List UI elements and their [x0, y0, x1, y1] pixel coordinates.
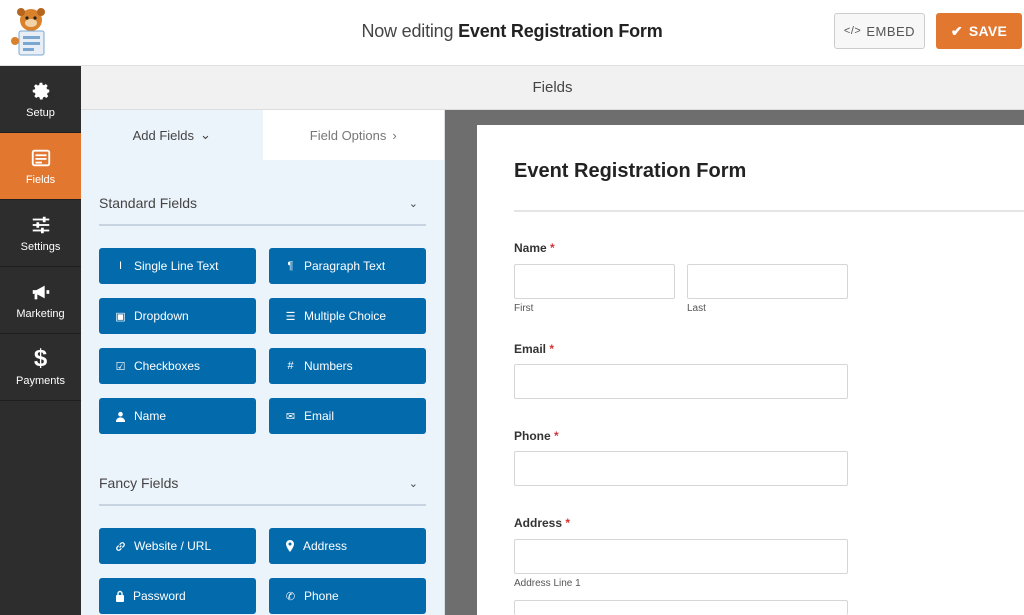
map-pin-icon — [286, 540, 294, 552]
form-title-divider — [514, 210, 1024, 212]
checkbox-icon: ☑ — [115, 360, 126, 373]
field-button-checkboxes[interactable]: ☑ Checkboxes — [99, 348, 256, 384]
phone-field-label[interactable]: Phone * — [514, 429, 559, 443]
field-button-label: Multiple Choice — [304, 309, 387, 323]
fields-panel: Add Fields ⌄ Field Options › Standard Fi… — [81, 110, 445, 615]
field-button-label: Checkboxes — [134, 359, 201, 373]
section-title: Fields — [81, 66, 1024, 110]
field-button-numbers[interactable]: # Numbers — [269, 348, 426, 384]
address-line1-input[interactable] — [514, 539, 848, 574]
field-button-label: Name — [134, 409, 167, 423]
tab-label: Field Options — [309, 127, 387, 143]
tab-add-fields[interactable]: Add Fields ⌄ — [81, 110, 263, 160]
gear-icon — [32, 82, 49, 100]
sidebar-item-label: Settings — [20, 240, 61, 253]
address-line2-input[interactable] — [514, 600, 848, 615]
list-icon: ☰ — [285, 310, 296, 323]
email-field-label[interactable]: Email * — [514, 342, 554, 356]
field-button-label: Password — [133, 589, 186, 603]
last-name-input[interactable] — [687, 264, 848, 299]
megaphone-icon — [32, 285, 49, 299]
required-marker: * — [554, 429, 559, 443]
field-button-label: Single Line Text — [134, 259, 219, 273]
sliders-icon — [32, 216, 49, 233]
link-icon — [116, 541, 125, 551]
field-button-website-url[interactable]: Website / URL — [99, 528, 256, 564]
email-input[interactable] — [514, 364, 848, 399]
field-button-phone[interactable]: ✆ Phone — [269, 578, 426, 614]
first-name-sublabel: First — [514, 303, 534, 314]
label-text: Email — [514, 342, 547, 356]
field-button-dropdown[interactable]: ▣ Dropdown — [99, 298, 256, 334]
group-title: Standard Fields — [99, 195, 198, 211]
group-title: Fancy Fields — [99, 475, 179, 491]
save-label: SAVE — [968, 23, 1008, 39]
field-button-multiple-choice[interactable]: ☰ Multiple Choice — [269, 298, 426, 334]
chevron-right-icon: › — [392, 127, 397, 143]
sidebar-item-fields[interactable]: Fields — [0, 133, 81, 200]
required-marker: * — [565, 516, 571, 530]
field-button-label: Address — [303, 539, 348, 553]
field-button-label: Dropdown — [134, 309, 189, 323]
name-field-label[interactable]: Name * — [514, 241, 555, 255]
lock-icon — [116, 590, 124, 602]
top-bar: Now editing Event Registration Form </> … — [0, 0, 1024, 66]
field-button-password[interactable]: Password — [99, 578, 256, 614]
text-cursor-icon: I — [118, 260, 123, 272]
field-button-label: Website / URL — [134, 539, 212, 553]
standard-fields-header[interactable]: Standard Fields ⌄ — [99, 182, 426, 226]
field-button-label: Numbers — [304, 359, 353, 373]
label-text: Phone — [514, 429, 551, 443]
sidebar-item-label: Fields — [25, 173, 56, 186]
field-button-email[interactable]: ✉ Email — [269, 398, 426, 434]
form-title: Event Registration Form — [514, 160, 747, 182]
paragraph-icon: ¶ — [287, 260, 294, 272]
field-button-label: Email — [304, 409, 335, 423]
last-name-sublabel: Last — [687, 303, 706, 314]
dollar-icon: $ — [33, 344, 48, 372]
title-prefix: Now editing — [361, 21, 454, 41]
phone-input[interactable] — [514, 451, 848, 486]
panel-tabs: Add Fields ⌄ Field Options › — [81, 110, 444, 160]
address-line1-sublabel: Address Line 1 — [514, 578, 581, 589]
envelope-icon: ✉ — [285, 410, 296, 423]
embed-button[interactable]: </> EMBED — [834, 13, 925, 49]
embed-label: EMBED — [866, 23, 916, 39]
field-button-single-line-text[interactable]: I Single Line Text — [99, 248, 256, 284]
hash-icon: # — [287, 360, 294, 372]
first-name-input[interactable] — [514, 264, 675, 299]
sidebar-item-payments[interactable]: $ Payments — [0, 334, 81, 401]
title-form-name: Event Registration Form — [458, 21, 663, 41]
code-icon: </> — [843, 25, 862, 37]
save-button[interactable]: ✔ SAVE — [936, 13, 1022, 49]
sidebar: Setup Fields Settings Marketing $ Paymen… — [0, 66, 81, 615]
required-marker: * — [549, 342, 555, 356]
field-button-label: Phone — [304, 589, 339, 603]
chevron-down-icon: ⌄ — [200, 127, 211, 142]
fields-icon — [31, 149, 50, 166]
sidebar-item-label: Marketing — [16, 307, 65, 320]
label-text: Address — [514, 516, 563, 530]
sidebar-item-label: Payments — [16, 374, 65, 387]
required-marker: * — [550, 241, 555, 255]
fancy-fields-header[interactable]: Fancy Fields ⌄ — [99, 462, 426, 506]
sidebar-item-label: Setup — [26, 106, 55, 119]
tab-field-options[interactable]: Field Options › — [262, 110, 444, 160]
phone-icon: ✆ — [285, 590, 296, 603]
check-icon: ✔ — [950, 22, 963, 39]
sidebar-item-setup[interactable]: Setup — [0, 66, 81, 133]
field-button-address[interactable]: Address — [269, 528, 426, 564]
sidebar-item-settings[interactable]: Settings — [0, 200, 81, 267]
chevron-down-icon: ⌄ — [408, 197, 418, 210]
sidebar-item-marketing[interactable]: Marketing — [0, 267, 81, 334]
tab-label: Add Fields — [132, 127, 194, 143]
address-field-label[interactable]: Address * — [514, 516, 570, 530]
user-icon — [115, 411, 126, 422]
field-button-label: Paragraph Text — [304, 259, 386, 273]
chevron-down-icon: ⌄ — [408, 477, 418, 490]
dropdown-icon: ▣ — [115, 310, 126, 323]
field-button-paragraph-text[interactable]: ¶ Paragraph Text — [269, 248, 426, 284]
field-button-name[interactable]: Name — [99, 398, 256, 434]
label-text: Name — [514, 241, 547, 255]
